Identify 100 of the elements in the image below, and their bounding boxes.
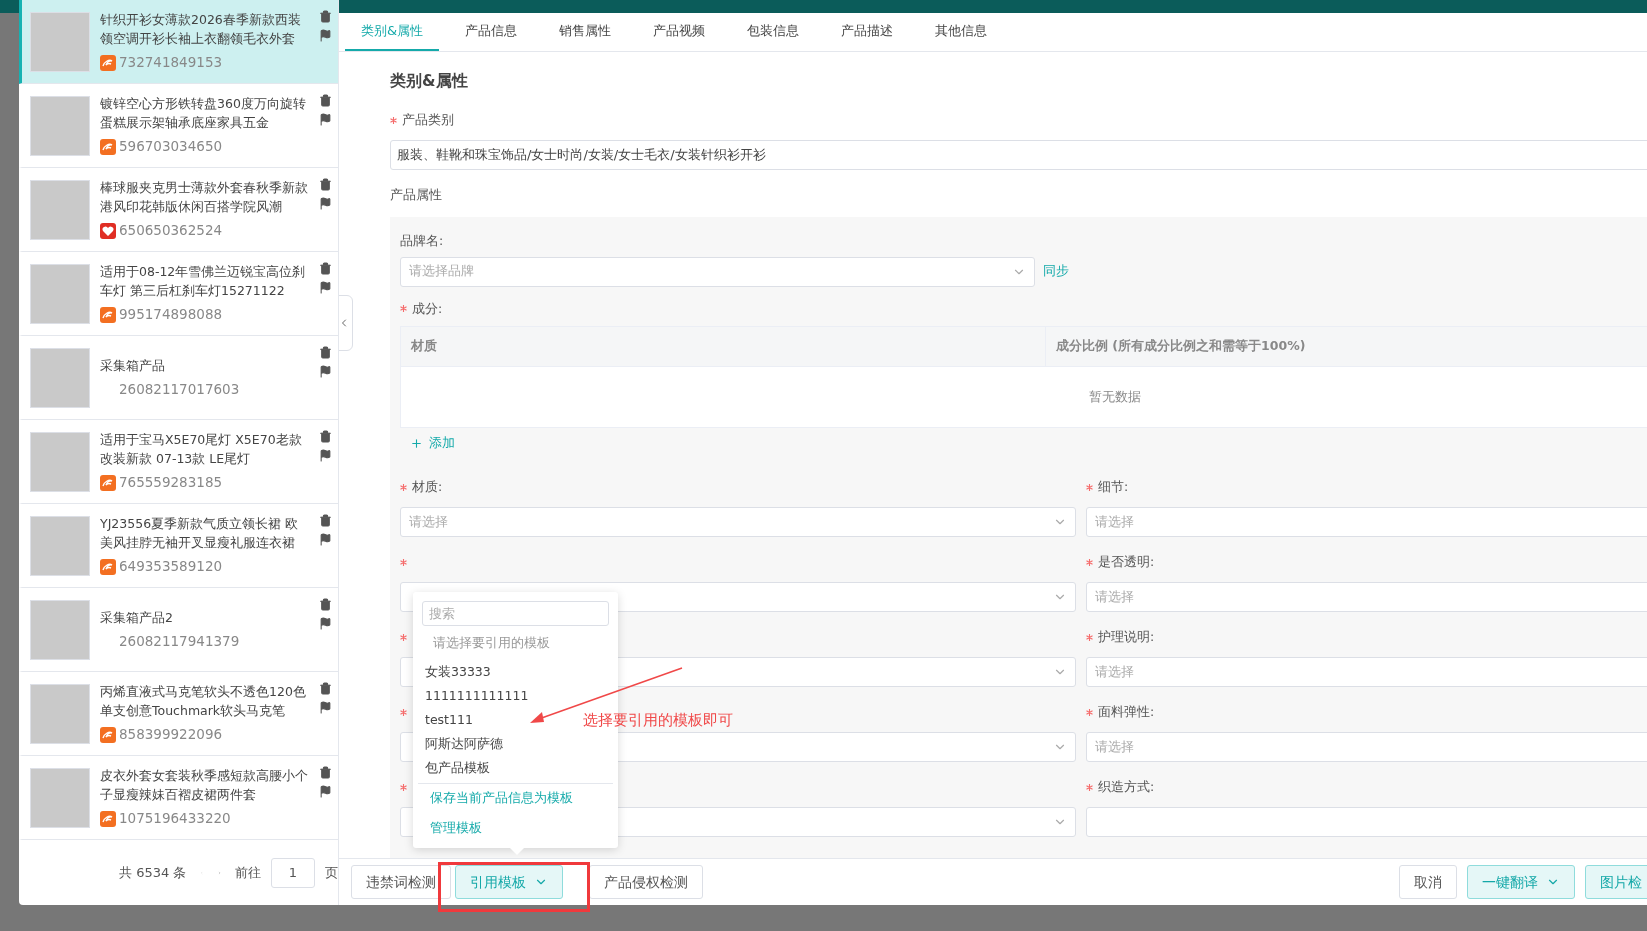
product-title: YJ23556夏季新款气质立领长裙 欧美风挂脖无袖开叉显瘦礼服连衣裙 <box>100 515 300 553</box>
attributes-label: 产品属性 <box>390 186 443 204</box>
action-button[interactable]: 取消 <box>1399 865 1457 899</box>
flag-icon[interactable] <box>319 533 332 546</box>
placeholder: 请选择 <box>409 512 448 531</box>
annotation-text: 选择要引用的模板即可 <box>583 710 733 731</box>
page-input[interactable]: 1 <box>271 857 315 888</box>
product-id: 649353589120 <box>119 557 223 577</box>
flag-icon[interactable] <box>319 449 332 462</box>
product-id: 1075196433220 <box>119 809 231 829</box>
photo-placeholder <box>30 767 90 828</box>
flag-icon[interactable] <box>319 617 332 630</box>
select-field[interactable] <box>1086 807 1647 837</box>
photo-placeholder <box>30 515 90 576</box>
product-title: 皮衣外套女套装秋季感短款高腰小个子显瘦辣妹百褶皮裙两件套 <box>100 767 309 805</box>
tab[interactable]: 包装信息 <box>731 13 816 51</box>
tab[interactable]: 销售属性 <box>543 13 628 51</box>
field-label: 护理说明: <box>1098 627 1155 646</box>
product-id: 858399922096 <box>119 725 223 745</box>
trash-icon[interactable] <box>319 178 332 191</box>
page-unit: 页 <box>325 863 338 882</box>
total-count: 共 6534 条 <box>119 863 187 882</box>
logo-icon <box>100 138 116 155</box>
tab[interactable]: 其他信息 <box>919 13 1004 51</box>
field-label: 细节: <box>1098 477 1129 496</box>
logo-icon <box>100 474 116 491</box>
search-field[interactable]: 搜索 <box>422 601 609 626</box>
menu-item[interactable]: test111 <box>413 708 485 733</box>
product-title: 针织开衫女薄款2026春季新款西装领空调开衫长袖上衣翻领毛衣外套 <box>100 11 302 49</box>
photo-placeholder <box>30 431 90 492</box>
placeholder: 请选择 <box>1095 662 1134 681</box>
flag-icon[interactable] <box>319 281 332 294</box>
field-label: 品牌名: <box>400 231 445 250</box>
product-id: 650650362524 <box>119 221 223 241</box>
field-label: 材质: <box>412 477 443 496</box>
product-title: 适用于08-12年雪佛兰迈锐宝高位刹车灯 第三后杠刹车灯15271122 <box>100 263 307 301</box>
trash-icon[interactable] <box>319 94 332 107</box>
trash-icon[interactable] <box>319 430 332 443</box>
menu-item[interactable]: 1111111111111 <box>413 684 541 709</box>
product-id: 732741849153 <box>119 53 223 73</box>
product-item[interactable]: 针织开衫女薄款2026春季新款西装领空调开衫长袖上衣翻领毛衣外套 732741849153 <box>19 0 338 84</box>
product-title: 棒球服夹克男士薄款外套春秋季新款港风印花韩版休闲百搭学院风潮 <box>100 179 309 217</box>
field-label: 成分: <box>412 299 443 318</box>
placeholder: 请选择品牌 <box>409 262 474 281</box>
logo-icon <box>100 810 116 827</box>
tab[interactable]: 产品视频 <box>637 13 722 51</box>
menu-item[interactable]: 女装33333 <box>413 660 503 685</box>
product-id: 765559283185 <box>119 473 223 493</box>
tab[interactable]: 产品信息 <box>449 13 534 51</box>
photo-placeholder <box>30 683 90 744</box>
trash-icon[interactable] <box>319 766 332 779</box>
flag-icon[interactable] <box>319 197 332 210</box>
photo-placeholder <box>30 179 90 240</box>
photo-placeholder <box>30 347 90 408</box>
menu-item[interactable]: 包产品模板 <box>413 756 502 781</box>
empty-text: 暂无数据 <box>1089 387 1141 406</box>
logo-icon <box>100 558 116 575</box>
product-id: 26082117941379 <box>119 631 240 651</box>
column-header: 成分比例 (所有成分比例之和需等于100%) <box>1055 337 1307 356</box>
product-id: 596703034650 <box>119 137 223 157</box>
menu-hint: 请选择要引用的模板 <box>432 634 551 652</box>
product-title: 镀锌空心方形铁转盘360度万向旋转蛋糕展示架轴承底座家具五金 <box>100 95 307 133</box>
flag-icon[interactable] <box>319 785 332 798</box>
trash-icon[interactable] <box>319 682 332 695</box>
photo-placeholder <box>30 599 90 660</box>
product-id: 26082117017603 <box>119 379 240 399</box>
placeholder: 请选择 <box>1095 737 1134 756</box>
tab[interactable]: 产品描述 <box>825 13 910 51</box>
goto-label: 前往 <box>235 863 261 882</box>
product-title: 采集箱产品 <box>100 356 166 375</box>
trash-icon[interactable] <box>319 598 332 611</box>
flag-icon[interactable] <box>319 113 332 126</box>
product-id: 995174898088 <box>119 305 223 325</box>
placeholder: 请选择 <box>1095 512 1134 531</box>
product-title: 适用于宝马X5E70尾灯 X5E70老款改装新款 07-13款 LE尾灯 <box>100 431 303 469</box>
logo-icon <box>100 54 116 71</box>
photo-placeholder <box>30 11 90 72</box>
trash-icon[interactable] <box>319 262 332 275</box>
section-title: 类别&属性 <box>390 71 469 92</box>
field-label: 产品类别 <box>402 111 454 130</box>
header-bar <box>0 0 19 13</box>
logo-icon <box>100 306 116 323</box>
flag-icon[interactable] <box>319 701 332 714</box>
field-label: 面料弹性: <box>1098 702 1155 721</box>
product-title: 丙烯直液式马克笔软头不透色120色单支创意Touchmark软头马克笔 <box>100 683 307 721</box>
menu-item[interactable]: 阿斯达阿萨德 <box>413 732 515 757</box>
flag-icon[interactable] <box>319 365 332 378</box>
placeholder: 请选择 <box>1095 587 1134 606</box>
photo-placeholder <box>30 95 90 156</box>
trash-icon[interactable] <box>319 514 332 527</box>
field-label: 织造方式: <box>1098 777 1155 796</box>
plus-icon <box>410 437 423 451</box>
action-button[interactable]: 产品侵权检测 <box>589 865 703 899</box>
logo-icon <box>100 726 116 743</box>
trash-icon[interactable] <box>319 10 332 23</box>
category-field[interactable]: 服装、鞋靴和珠宝饰品/女士时尚/女装/女士毛衣/女装针织衫开衫 <box>390 140 1647 170</box>
column-header: 材质 <box>401 327 1046 367</box>
flag-icon[interactable] <box>319 29 332 42</box>
trash-icon[interactable] <box>319 346 332 359</box>
action-button[interactable]: 违禁词检测 <box>351 865 451 899</box>
